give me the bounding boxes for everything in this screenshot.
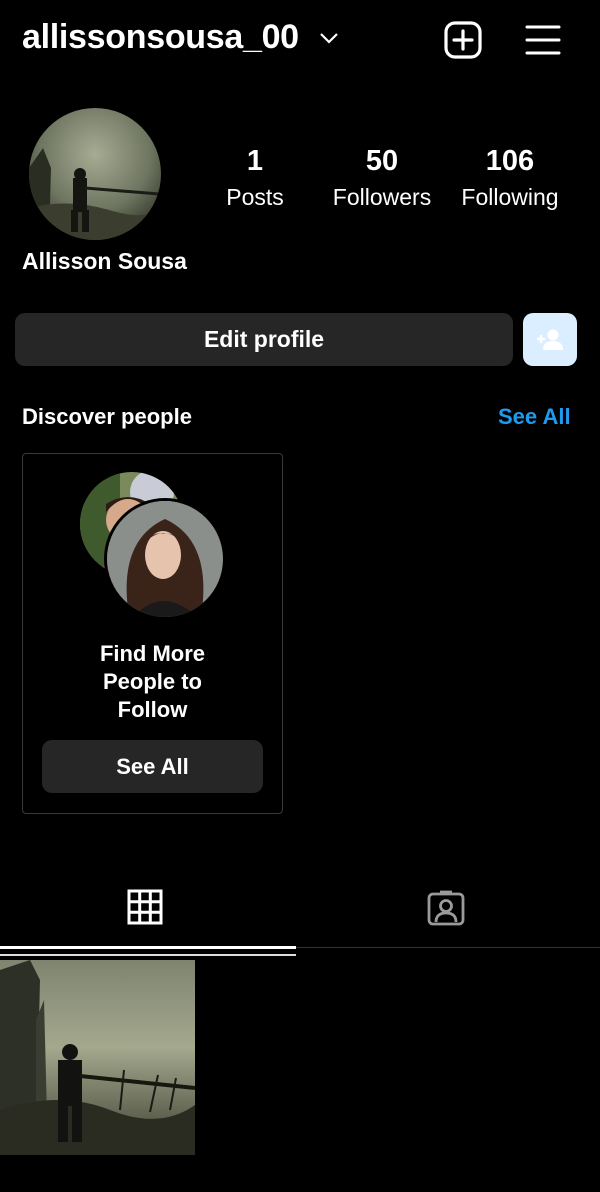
profile-username[interactable]: allissonsousa_00: [22, 18, 299, 57]
add-person-icon: [537, 329, 563, 350]
stat-following-label: Following: [461, 184, 559, 210]
stat-posts-value: 1: [246, 145, 264, 177]
chevron-down-icon[interactable]: [318, 30, 340, 46]
discover-people-button[interactable]: [523, 313, 577, 366]
post-thumbnail[interactable]: [0, 960, 195, 1155]
active-tab-indicator: [0, 946, 296, 949]
card-see-all-button[interactable]: See All: [42, 740, 263, 793]
active-tab-indicator-secondary: [0, 954, 296, 956]
grid-icon[interactable]: [127, 889, 163, 925]
profile-avatar[interactable]: [29, 108, 161, 240]
profile-full-name: Allisson Sousa: [22, 248, 187, 274]
plus-square-icon[interactable]: [443, 20, 483, 60]
stat-posts-label: Posts: [226, 184, 284, 210]
stat-following-value: 106: [485, 145, 535, 177]
edit-profile-button[interactable]: Edit profile: [15, 313, 513, 366]
stat-followers-value: 50: [365, 145, 399, 177]
discover-people-title: Discover people: [22, 404, 192, 429]
stat-followers[interactable]: 50 Followers: [322, 145, 442, 211]
find-people-text: Find More People to Follow: [99, 641, 206, 722]
stat-posts[interactable]: 1 Posts: [195, 145, 315, 211]
suggested-avatar-front: [104, 498, 226, 620]
stat-followers-label: Followers: [332, 184, 432, 210]
hamburger-menu-icon[interactable]: [525, 22, 561, 58]
discover-see-all-link[interactable]: See All: [498, 404, 571, 430]
find-people-card: Find More People to Follow See All: [22, 453, 283, 814]
stat-following[interactable]: 106 Following: [450, 145, 570, 211]
tagged-person-icon[interactable]: [427, 889, 465, 927]
